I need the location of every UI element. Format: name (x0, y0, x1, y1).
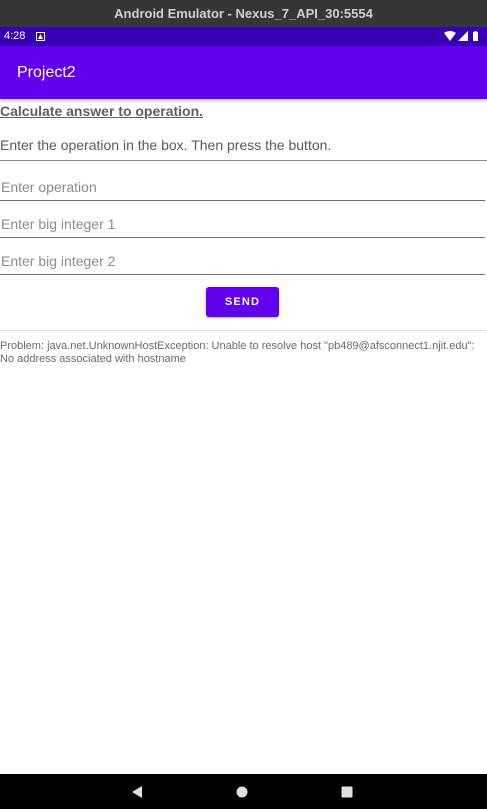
emulator-window-titlebar: Android Emulator - Nexus_7_API_30:5554 (0, 0, 487, 27)
status-bar: 4:28 (0, 27, 487, 46)
big-integer-1-input[interactable] (0, 210, 485, 238)
main-content: Calculate answer to operation. Enter the… (0, 99, 487, 774)
navigation-bar (0, 774, 487, 809)
back-icon[interactable] (130, 785, 144, 799)
status-time: 4:28 (4, 30, 26, 42)
app-title: Project2 (17, 64, 76, 81)
status-icons (444, 31, 478, 41)
instruction-underline (0, 160, 487, 161)
window-title: Android Emulator - Nexus_7_API_30:5554 (114, 6, 373, 21)
big-integer-2-input[interactable] (0, 247, 485, 275)
send-button-label: SEND (224, 296, 261, 308)
wifi-icon (444, 31, 456, 41)
battery-icon (473, 31, 478, 41)
operation-input[interactable] (0, 173, 485, 201)
notification-icon (36, 32, 45, 41)
home-icon[interactable] (236, 786, 248, 798)
divider (0, 330, 487, 331)
instruction-text: Enter the operation in the box. Then pre… (0, 137, 332, 153)
heading: Calculate answer to operation. (0, 103, 204, 119)
send-button[interactable]: SEND (206, 287, 279, 317)
app-bar: Project2 (0, 46, 487, 99)
signal-icon (458, 31, 468, 41)
recents-icon[interactable] (341, 786, 353, 798)
result-text: Problem: java.net.UnknownHostException: … (0, 340, 475, 365)
